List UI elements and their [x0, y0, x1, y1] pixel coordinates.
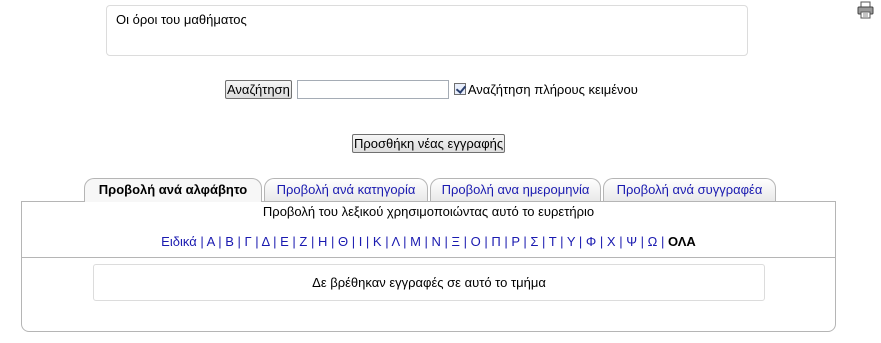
letter-separator: |	[519, 234, 531, 249]
letter-separator: |	[556, 234, 567, 249]
letter-link[interactable]: Α	[207, 234, 215, 249]
printer-icon[interactable]	[856, 1, 876, 19]
letter-link[interactable]: Ο	[471, 234, 481, 249]
alphabet-index: Ειδικά | Α | Β | Γ | Δ | Ε | Ζ | Η | Θ |…	[22, 234, 835, 249]
letter-separator: |	[327, 234, 338, 249]
glossary-panel: Προβολή του λεξικού χρησιμοποιώντας αυτό…	[21, 201, 836, 332]
letter-link[interactable]: Ψ	[626, 234, 637, 249]
letter-separator: |	[459, 234, 471, 249]
letter-link[interactable]: Β	[225, 234, 234, 249]
letter-link[interactable]: Μ	[410, 234, 421, 249]
letter-separator: |	[615, 234, 627, 249]
letter-separator: |	[596, 234, 607, 249]
panel-caption: Προβολή του λεξικού χρησιμοποιώντας αυτό…	[262, 204, 595, 219]
search-button[interactable]: Αναζήτηση	[225, 79, 292, 99]
letter-link[interactable]: Ν	[432, 234, 441, 249]
letter-separator: |	[348, 234, 359, 249]
fulltext-label: Αναζήτηση πλήρους κειμένου	[467, 81, 638, 97]
letter-link[interactable]: Π	[491, 234, 500, 249]
letter-separator: |	[214, 234, 226, 249]
letter-link[interactable]: Θ	[338, 234, 348, 249]
tab-alphabet[interactable]: Προβολή ανά αλφάβητο	[84, 178, 262, 202]
letter-link[interactable]: Φ	[586, 234, 596, 249]
letter-link[interactable]: Ε	[280, 234, 289, 249]
letter-separator: |	[575, 234, 586, 249]
empty-message: Δε βρέθηκαν εγγραφές σε αυτό το τμήμα	[312, 275, 546, 290]
letter-separator: |	[307, 234, 318, 249]
tab-date[interactable]: Προβολή ανα ημερομηνία	[430, 178, 601, 201]
letter-separator: |	[637, 234, 648, 249]
letter-separator: |	[233, 234, 245, 249]
search-row: Αναζήτηση Αναζήτηση πλήρους κειμένου	[225, 79, 638, 99]
divider	[22, 257, 835, 258]
letter-separator: |	[480, 234, 492, 249]
letter-link[interactable]: Χ	[607, 234, 616, 249]
letter-link[interactable]: Ειδικά	[161, 234, 197, 249]
search-input[interactable]	[296, 79, 449, 99]
letter-separator: |	[500, 234, 512, 249]
add-entry-button[interactable]: Προσθήκη νέας εγγραφής	[352, 134, 506, 153]
letter-link[interactable]: Δ	[262, 234, 270, 249]
letter-separator: |	[269, 234, 281, 249]
letter-separator: |	[362, 234, 373, 249]
letter-link[interactable]: Ρ	[511, 234, 519, 249]
letter-link[interactable]: Ω	[648, 234, 658, 249]
letter-separator: |	[381, 234, 392, 249]
letter-link[interactable]: Τ	[549, 234, 557, 249]
letter-separator: |	[420, 234, 432, 249]
fulltext-checkbox[interactable]	[453, 83, 466, 95]
letter-link[interactable]: Η	[318, 234, 327, 249]
tab-category[interactable]: Προβολή ανά κατηγορία	[264, 178, 428, 201]
letter-separator: |	[251, 234, 262, 249]
letter-link[interactable]: Κ	[373, 234, 382, 249]
description-text: Οι όροι του μαθήματος	[116, 12, 247, 27]
empty-message-box: Δε βρέθηκαν εγγραφές σε αυτό το τμήμα	[93, 264, 765, 301]
letter-separator: |	[399, 234, 411, 249]
letter-link[interactable]: Ξ	[452, 234, 460, 249]
letter-separator: |	[440, 234, 452, 249]
letter-link[interactable]: Γ	[244, 234, 251, 249]
letter-separator: |	[196, 234, 207, 249]
description-box: Οι όροι του μαθήματος	[106, 5, 748, 56]
letter-all-current: ΟΛΑ	[668, 234, 696, 249]
letter-separator: |	[538, 234, 549, 249]
letter-separator: |	[657, 234, 668, 249]
tab-author[interactable]: Προβολή ανά συγγραφέα	[603, 178, 776, 201]
letter-separator: |	[288, 234, 300, 249]
